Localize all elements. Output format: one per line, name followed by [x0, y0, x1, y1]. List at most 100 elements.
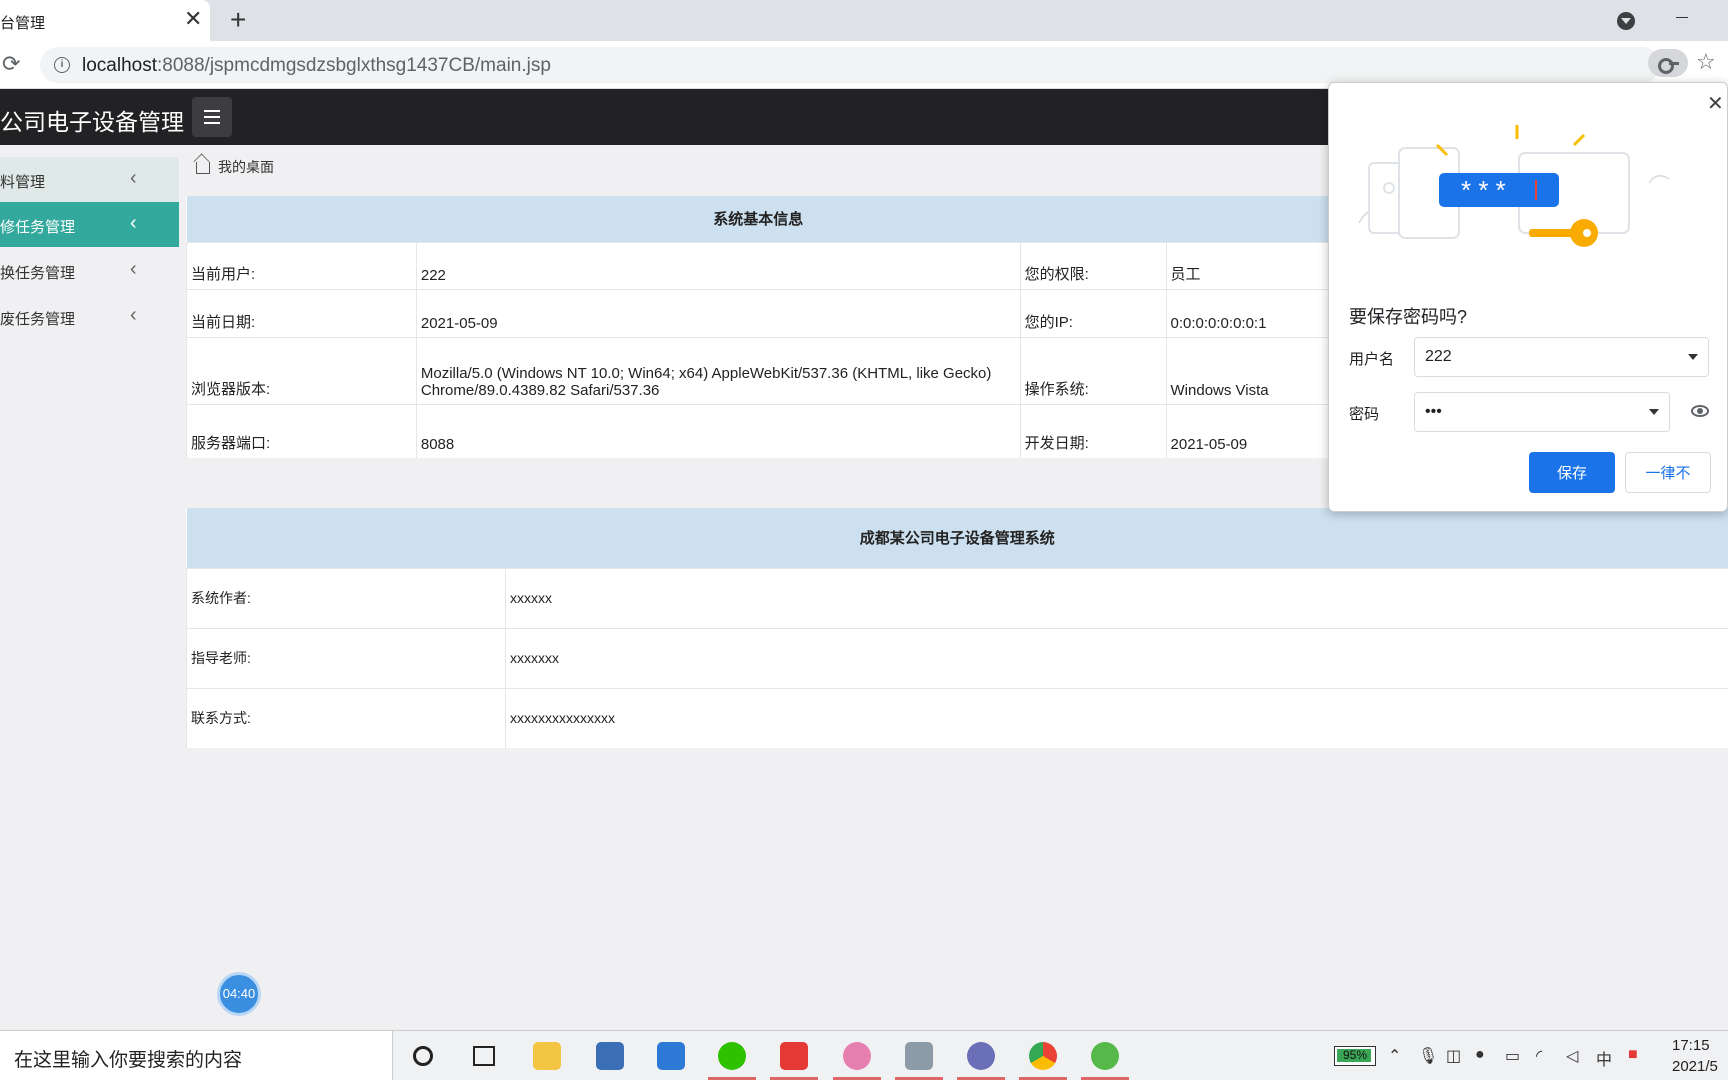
password-label: 密码 — [1349, 406, 1380, 423]
sidebar-item-scrap[interactable]: 废任务管理 ‹ — [0, 294, 179, 339]
app-icon[interactable] — [596, 1042, 624, 1070]
cortana-icon[interactable] — [413, 1046, 433, 1066]
system-credits-table: 成都某公司电子设备管理系统 系统作者: xxxxxx 指导老师: xxxxxxx… — [186, 508, 1728, 748]
cell-label: 您的IP: — [1019, 288, 1167, 337]
show-password-eye-icon[interactable] — [1691, 405, 1709, 417]
minimize-icon[interactable] — [1676, 17, 1688, 18]
username-label: 用户名 — [1349, 351, 1395, 368]
clock-date: 2021/5 — [1672, 1058, 1718, 1075]
wechat-icon[interactable] — [718, 1042, 746, 1070]
chevron-down-icon[interactable] — [1649, 409, 1659, 415]
cell-value: xxxxxxxxxxxxxxx — [505, 687, 1728, 748]
tab-title: 台管理 — [0, 15, 46, 32]
sidebar-item-label: 料管理 — [0, 174, 46, 191]
volume-icon[interactable]: ◁ — [1566, 1046, 1578, 1066]
cell-label: 开发日期: — [1019, 403, 1167, 458]
file-explorer-icon[interactable] — [533, 1042, 561, 1070]
sidebar-item-replace[interactable]: 换任务管理 ‹ — [0, 248, 179, 293]
table-row: 当前用户: 222 您的权限: 员工 — [186, 241, 1330, 289]
tools-icon[interactable] — [905, 1042, 933, 1070]
chevron-left-icon: ‹ — [130, 258, 137, 280]
close-icon[interactable]: ✕ — [1707, 91, 1724, 116]
cell-value: 2021-05-09 — [1165, 403, 1330, 458]
browser-app-icon[interactable] — [1091, 1042, 1119, 1070]
username-field[interactable]: 222 — [1414, 337, 1709, 377]
sidebar-item-repair[interactable]: 修任务管理 ‹ — [0, 202, 179, 247]
menu-bar-icon — [204, 110, 220, 112]
sogou-icon[interactable]: ■ — [1628, 1046, 1638, 1064]
cell-value: 222 — [415, 241, 1021, 289]
cell-value: xxxxxx — [505, 567, 1728, 628]
sidebar-item-label: 废任务管理 — [0, 311, 76, 328]
wifi-icon[interactable]: ◜ — [1536, 1046, 1542, 1066]
address-bar[interactable]: i localhost:8088/jspmcdmgsdzsbglxthsg143… — [40, 47, 1660, 83]
cell-value: Mozilla/5.0 (Windows NT 10.0; Win64; x64… — [415, 336, 1021, 404]
cell-label: 当前日期: — [186, 288, 417, 337]
dialog-title: 要保存密码吗? — [1349, 307, 1468, 327]
never-button[interactable]: 一律不 — [1625, 452, 1711, 493]
wps-icon[interactable] — [780, 1042, 808, 1070]
cell-value: 0:0:0:0:0:0:0:1 — [1165, 288, 1330, 337]
menu-bar-icon — [204, 116, 220, 118]
ime-indicator[interactable]: 中 — [1596, 1046, 1612, 1070]
task-view-icon[interactable] — [473, 1046, 495, 1066]
password-field[interactable]: ••• — [1414, 392, 1670, 432]
reload-icon[interactable]: ⟳ — [2, 51, 20, 77]
password-value: ••• — [1425, 403, 1442, 420]
system-info-table: 系统基本信息 当前用户: 222 您的权限: 员工 当前日期: 2021-05-… — [186, 196, 1330, 458]
site-info-icon[interactable]: i — [54, 57, 70, 73]
table-row: 指导老师: xxxxxxx — [186, 627, 1728, 688]
taskbar-search-input[interactable]: 在这里输入你要搜索的内容 — [0, 1031, 393, 1080]
system-info-heading: 系统基本信息 — [186, 196, 1330, 242]
cell-label: 操作系统: — [1019, 336, 1167, 404]
app-title: 公司电子设备管理 — [0, 109, 184, 135]
battery-indicator[interactable]: 95% — [1334, 1046, 1376, 1066]
menu-bar-icon — [204, 122, 220, 124]
save-password-dialog: ✕ * * * 要保存密码吗? 用户名 222 密码 ••• 保存 一律不 — [1328, 82, 1728, 512]
home-icon — [196, 162, 210, 174]
cell-label: 服务器端口: — [186, 403, 417, 458]
microphone-icon[interactable]: 🎙 — [1418, 1046, 1438, 1066]
battery-percent: 95% — [1342, 1048, 1368, 1062]
device-icon[interactable]: ▭ — [1505, 1046, 1520, 1066]
avatar-app-icon[interactable] — [843, 1042, 871, 1070]
username-value: 222 — [1425, 348, 1452, 365]
table-row: 联系方式: xxxxxxxxxxxxxxx — [186, 687, 1728, 748]
bookmark-star-icon[interactable]: ☆ — [1696, 49, 1716, 75]
tab-search-icon[interactable] — [1617, 12, 1635, 30]
clock[interactable]: 17:15 2021/5 — [1672, 1035, 1718, 1077]
cell-label: 系统作者: — [186, 567, 506, 628]
sidebar-item-materials[interactable]: 料管理 ‹ — [0, 157, 179, 202]
sidebar: 料管理 ‹ 修任务管理 ‹ 换任务管理 ‹ 废任务管理 ‹ — [0, 145, 179, 1030]
eclipse-icon[interactable] — [967, 1042, 995, 1070]
tab-close-icon[interactable]: ✕ — [184, 8, 202, 30]
browser-tab[interactable]: 台管理 ✕ — [0, 0, 210, 41]
breadcrumb-label: 我的桌面 — [218, 159, 274, 175]
table-row: 系统作者: xxxxxx — [186, 567, 1728, 628]
new-tab-button[interactable]: + — [230, 6, 246, 34]
chevron-left-icon: ‹ — [130, 212, 137, 234]
breadcrumb[interactable]: 我的桌面 — [196, 157, 274, 177]
window-app-icon[interactable] — [657, 1042, 685, 1070]
cell-label: 您的权限: — [1019, 241, 1167, 289]
chevron-down-icon[interactable] — [1688, 354, 1698, 360]
chrome-icon[interactable] — [1029, 1042, 1057, 1070]
save-button[interactable]: 保存 — [1529, 452, 1615, 493]
table-row: 当前日期: 2021-05-09 您的IP: 0:0:0:0:0:0:0:1 — [186, 288, 1330, 337]
recording-timer[interactable]: 04:40 — [217, 972, 261, 1016]
cell-label: 指导老师: — [186, 627, 506, 688]
cell-value: Windows Vista — [1165, 336, 1330, 404]
cell-value: 员工 — [1165, 241, 1330, 289]
qq-icon[interactable]: ● — [1475, 1046, 1485, 1064]
url-path: :8088/jspmcdmgsdzsbglxthsg1437CB/main.js… — [157, 55, 551, 76]
network-icon[interactable]: ◫ — [1446, 1046, 1461, 1066]
password-key-icon[interactable] — [1648, 49, 1688, 77]
sidebar-item-label: 修任务管理 — [0, 219, 76, 236]
table-row: 服务器端口: 8088 开发日期: 2021-05-09 — [186, 403, 1330, 458]
clock-time: 17:15 — [1672, 1037, 1710, 1054]
chevron-up-icon[interactable]: ⌃ — [1388, 1046, 1401, 1066]
menu-toggle-button[interactable] — [192, 97, 232, 137]
system-credits-heading: 成都某公司电子设备管理系统 — [186, 508, 1728, 568]
chevron-left-icon: ‹ — [130, 167, 137, 189]
cell-value: 2021-05-09 — [415, 288, 1021, 337]
